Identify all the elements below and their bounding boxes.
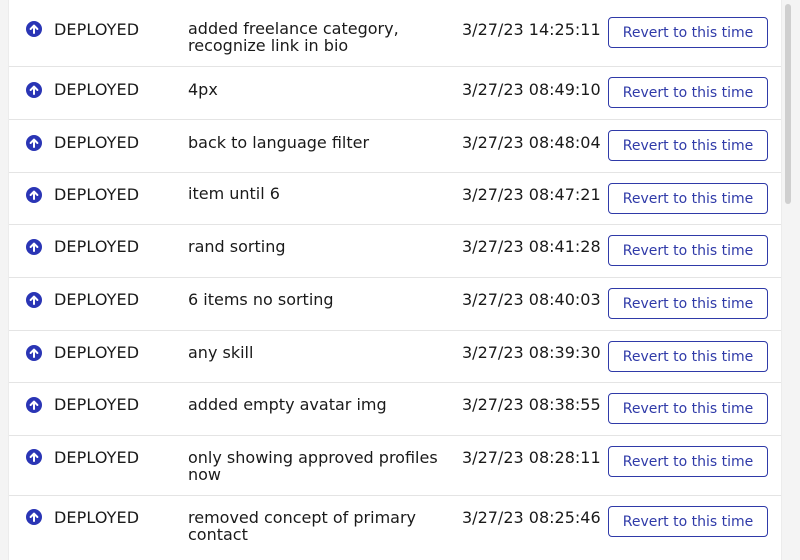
- revert-button[interactable]: Revert to this time: [608, 506, 768, 537]
- commit-message: only showing approved profiles now: [188, 448, 438, 484]
- deploy-timestamp: 3/27/23 08:47:21: [462, 185, 601, 204]
- deploy-timestamp: 3/27/23 14:25:11: [462, 20, 601, 39]
- arrow-up-circle-icon: [26, 509, 42, 525]
- deployment-row: DEPLOYED 6 items no sorting 3/27/23 08:4…: [9, 278, 781, 331]
- deploy-timestamp: 3/27/23 08:39:30: [462, 343, 601, 362]
- status-label: DEPLOYED: [54, 80, 140, 99]
- deploy-timestamp: 3/27/23 08:38:55: [462, 395, 601, 414]
- revert-button[interactable]: Revert to this time: [608, 341, 768, 372]
- arrow-up-circle-icon: [26, 345, 42, 361]
- revert-button[interactable]: Revert to this time: [608, 235, 768, 266]
- revert-button[interactable]: Revert to this time: [608, 446, 768, 477]
- arrow-up-circle-icon: [26, 397, 42, 413]
- commit-message: removed concept of primary contact: [188, 508, 417, 544]
- deploy-timestamp: 3/27/23 08:40:03: [462, 290, 601, 309]
- status-label: DEPLOYED: [54, 448, 140, 467]
- arrow-up-circle-icon: [26, 187, 42, 203]
- deployment-row: DEPLOYED back to language filter 3/27/23…: [9, 120, 781, 173]
- status-label: DEPLOYED: [54, 343, 140, 362]
- commit-message: added freelance category, recognize link…: [188, 19, 399, 55]
- arrow-up-circle-icon: [26, 21, 42, 37]
- revert-button[interactable]: Revert to this time: [608, 130, 768, 161]
- commit-message: 6 items no sorting: [188, 290, 334, 309]
- arrow-up-circle-icon: [26, 82, 42, 98]
- scrollbar-thumb[interactable]: [785, 4, 791, 204]
- revert-button[interactable]: Revert to this time: [608, 77, 768, 108]
- arrow-up-circle-icon: [26, 239, 42, 255]
- commit-message: item until 6: [188, 184, 280, 203]
- deploy-timestamp: 3/27/23 08:28:11: [462, 448, 601, 467]
- deploy-timestamp: 3/27/23 08:48:04: [462, 133, 601, 152]
- status-label: DEPLOYED: [54, 185, 140, 204]
- deployment-row: DEPLOYED 4px 3/27/23 08:49:10 Revert to …: [9, 67, 781, 120]
- deployment-row: DEPLOYED added empty avatar img 3/27/23 …: [9, 383, 781, 436]
- status-label: DEPLOYED: [54, 290, 140, 309]
- vertical-scrollbar[interactable]: [784, 0, 792, 560]
- deploy-timestamp: 3/27/23 08:25:46: [462, 508, 601, 527]
- status-label: DEPLOYED: [54, 395, 140, 414]
- commit-message: added empty avatar img: [188, 395, 387, 414]
- revert-button[interactable]: Revert to this time: [608, 17, 768, 48]
- revert-button[interactable]: Revert to this time: [608, 393, 768, 424]
- arrow-up-circle-icon: [26, 292, 42, 308]
- commit-message: 4px: [188, 80, 218, 99]
- arrow-up-circle-icon: [26, 135, 42, 151]
- commit-message: rand sorting: [188, 237, 286, 256]
- commit-message: any skill: [188, 343, 254, 362]
- deploy-timestamp: 3/27/23 08:49:10: [462, 80, 601, 99]
- commit-message: back to language filter: [188, 133, 370, 152]
- deployment-history-list: DEPLOYED added freelance category, recog…: [8, 0, 782, 560]
- status-label: DEPLOYED: [54, 133, 140, 152]
- deployment-row: DEPLOYED any skill 3/27/23 08:39:30 Reve…: [9, 331, 781, 383]
- revert-button[interactable]: Revert to this time: [608, 288, 768, 319]
- deploy-timestamp: 3/27/23 08:41:28: [462, 237, 601, 256]
- deployment-row: DEPLOYED item until 6 3/27/23 08:47:21 R…: [9, 173, 781, 225]
- deployment-row: DEPLOYED added freelance category, recog…: [9, 0, 781, 67]
- status-label: DEPLOYED: [54, 20, 140, 39]
- status-label: DEPLOYED: [54, 237, 140, 256]
- arrow-up-circle-icon: [26, 449, 42, 465]
- deployment-row: DEPLOYED removed concept of primary cont…: [9, 496, 781, 560]
- status-label: DEPLOYED: [54, 508, 140, 527]
- deployment-row: DEPLOYED only showing approved profiles …: [9, 436, 781, 496]
- deployment-row: DEPLOYED rand sorting 3/27/23 08:41:28 R…: [9, 225, 781, 278]
- revert-button[interactable]: Revert to this time: [608, 183, 768, 214]
